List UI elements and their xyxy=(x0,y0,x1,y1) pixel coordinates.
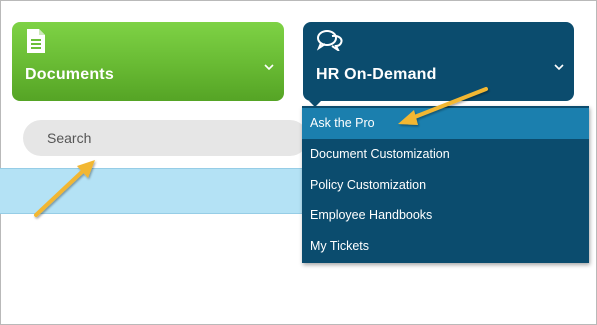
chevron-down-icon[interactable] xyxy=(264,58,274,71)
document-icon xyxy=(25,29,47,53)
menu-item-document-customization[interactable]: Document Customization xyxy=(302,139,589,170)
hr-on-demand-tile[interactable]: HR On-Demand xyxy=(303,22,574,107)
documents-label: Documents xyxy=(25,66,114,83)
menu-item-employee-handbooks[interactable]: Employee Handbooks xyxy=(302,200,589,231)
documents-tile[interactable]: Documents xyxy=(12,22,284,101)
menu-item-my-tickets[interactable]: My Tickets xyxy=(302,231,589,262)
menu-item-ask-the-pro[interactable]: Ask the Pro xyxy=(302,108,589,139)
chat-bubbles-icon xyxy=(316,29,343,53)
chevron-down-icon[interactable] xyxy=(554,58,564,71)
menu-item-policy-customization[interactable]: Policy Customization xyxy=(302,170,589,201)
hr-on-demand-label: HR On-Demand xyxy=(316,66,437,83)
highlight-band xyxy=(0,168,310,214)
search-placeholder: Search xyxy=(47,130,92,146)
hr-dropdown-menu: Ask the Pro Document Customization Polic… xyxy=(302,106,589,263)
search-input[interactable]: Search xyxy=(23,120,308,156)
